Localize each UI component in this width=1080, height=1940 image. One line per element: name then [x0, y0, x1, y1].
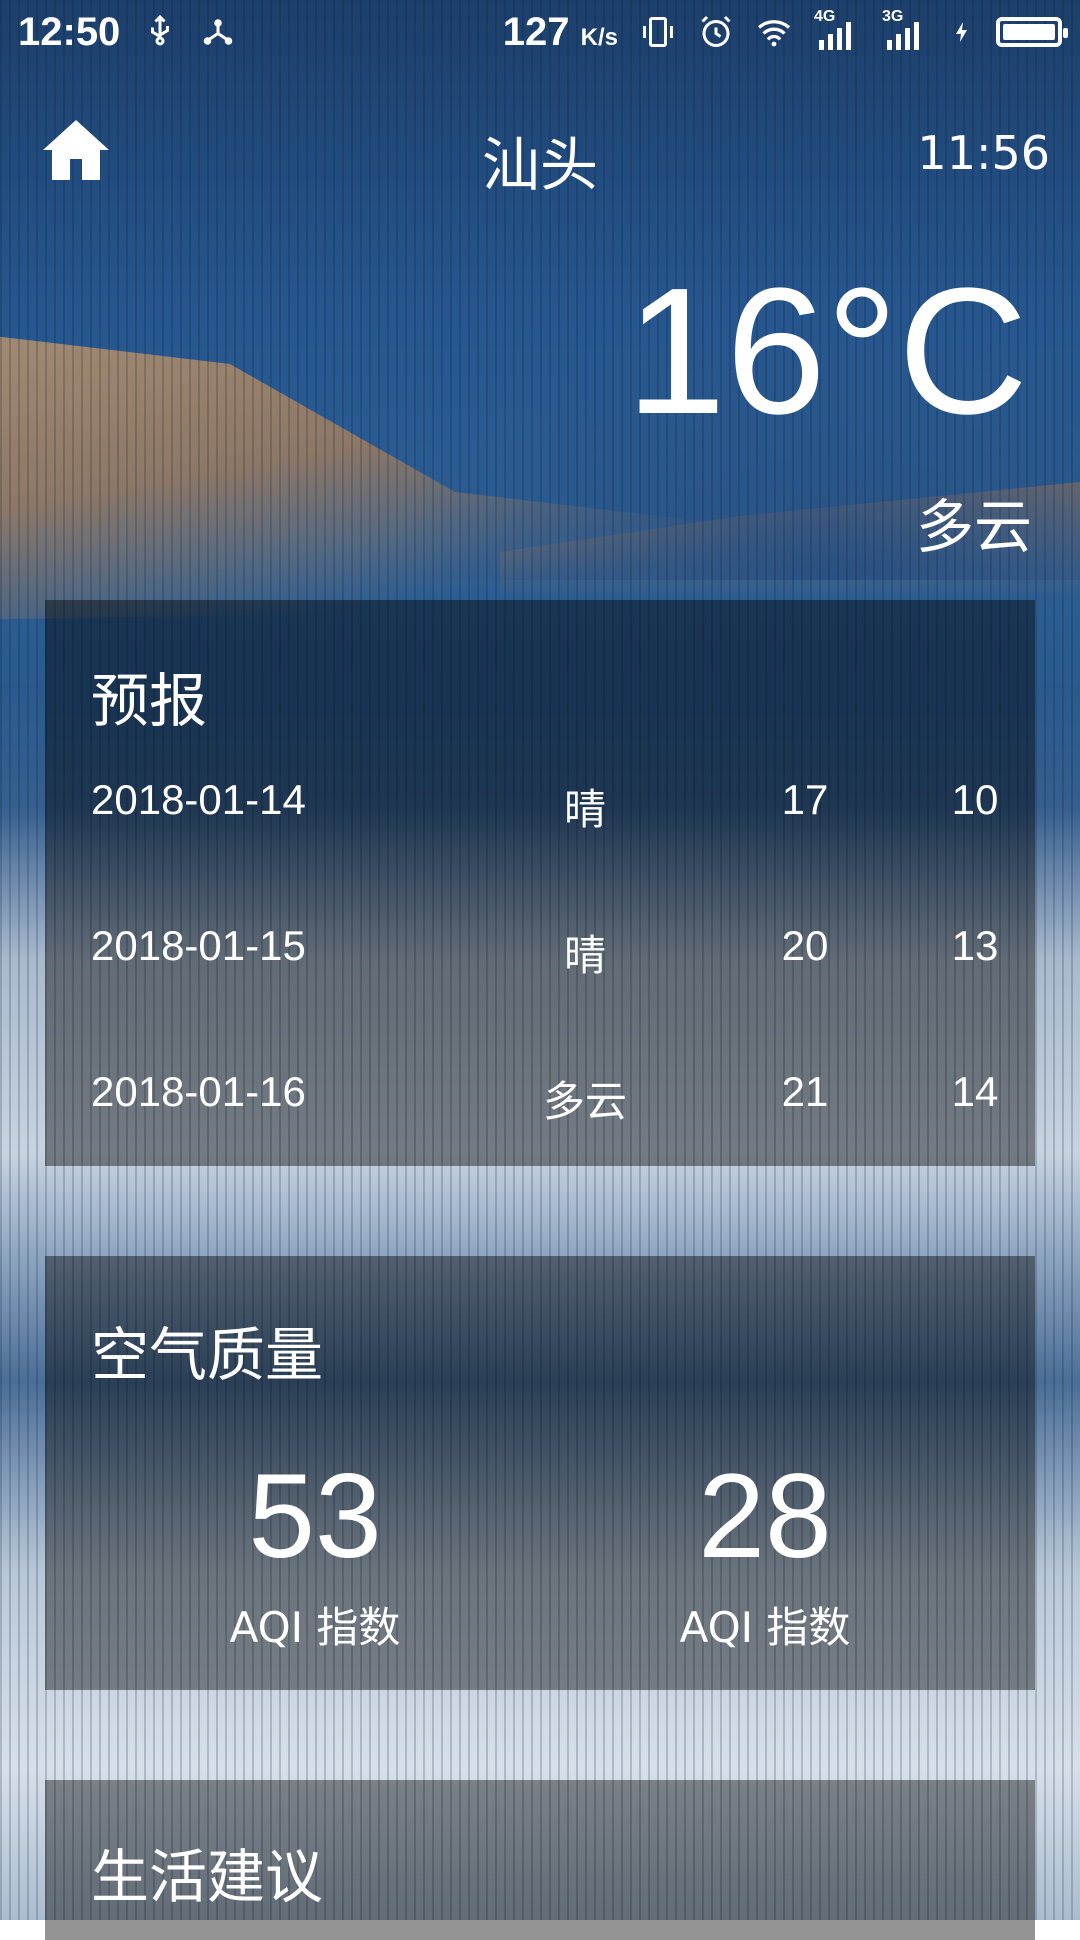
net-speed: 127 K/s	[502, 9, 618, 54]
forecast-row: 2018-01-15 晴 20 13	[45, 922, 1035, 982]
forecast-max: 21	[781, 1068, 829, 1115]
forecast-date: 2018-01-16	[91, 1068, 306, 1115]
forecast-row: 2018-01-16 多云 21 14	[45, 1068, 1035, 1128]
usb-icon	[151, 14, 170, 46]
status-time: 12:50	[18, 9, 121, 54]
forecast-date: 2018-01-15	[91, 922, 306, 969]
forecast-min: 13	[951, 922, 999, 969]
battery-icon	[996, 17, 1068, 47]
share-icon	[204, 19, 233, 45]
current-temperature: 16°C	[625, 251, 1028, 452]
charging-icon	[956, 22, 967, 42]
signal-3g-icon: 3G	[882, 8, 928, 50]
aqi-label: AQI 指数	[229, 1603, 401, 1652]
forecast-max: 17	[781, 776, 829, 823]
forecast-date: 2018-01-14	[91, 776, 306, 823]
suggestion-title: 生活建议	[91, 1843, 324, 1911]
air-quality-title: 空气质量	[91, 1321, 324, 1389]
aqi-block: 53 AQI 指数	[165, 1456, 465, 1655]
wifi-icon	[757, 20, 791, 47]
forecast-condition: 多云	[542, 1078, 627, 1125]
pm25-value: 28	[698, 1449, 832, 1583]
forecast-min: 14	[951, 1068, 999, 1115]
alarm-icon	[701, 15, 731, 47]
forecast-condition: 晴	[563, 786, 606, 833]
status-bar: 12:50 127 K/s 4G 3G	[0, 0, 1080, 64]
air-quality-card: 空气质量 53 AQI 指数 28 AQI 指数	[45, 1256, 1035, 1690]
aqi-value: 53	[248, 1449, 382, 1583]
signal-4g-icon: 4G	[814, 8, 860, 50]
update-time: 11:56	[917, 126, 1050, 180]
header: 汕头 11:56	[0, 100, 1080, 204]
forecast-condition: 晴	[563, 932, 606, 979]
forecast-card: 预报 2018-01-14 晴 17 10 2018-01-15 晴 20 13…	[45, 600, 1035, 1166]
vibrate-icon	[643, 17, 673, 47]
forecast-row: 2018-01-14 晴 17 10	[45, 776, 1035, 836]
pm25-label: AQI 指数	[679, 1603, 851, 1652]
forecast-title: 预报	[91, 667, 208, 735]
current-condition: 多云	[915, 493, 1032, 561]
forecast-min: 10	[951, 776, 999, 823]
forecast-max: 20	[781, 922, 829, 969]
suggestion-card: 生活建议	[45, 1780, 1035, 1940]
pm25-block: 28 AQI 指数	[615, 1456, 915, 1655]
